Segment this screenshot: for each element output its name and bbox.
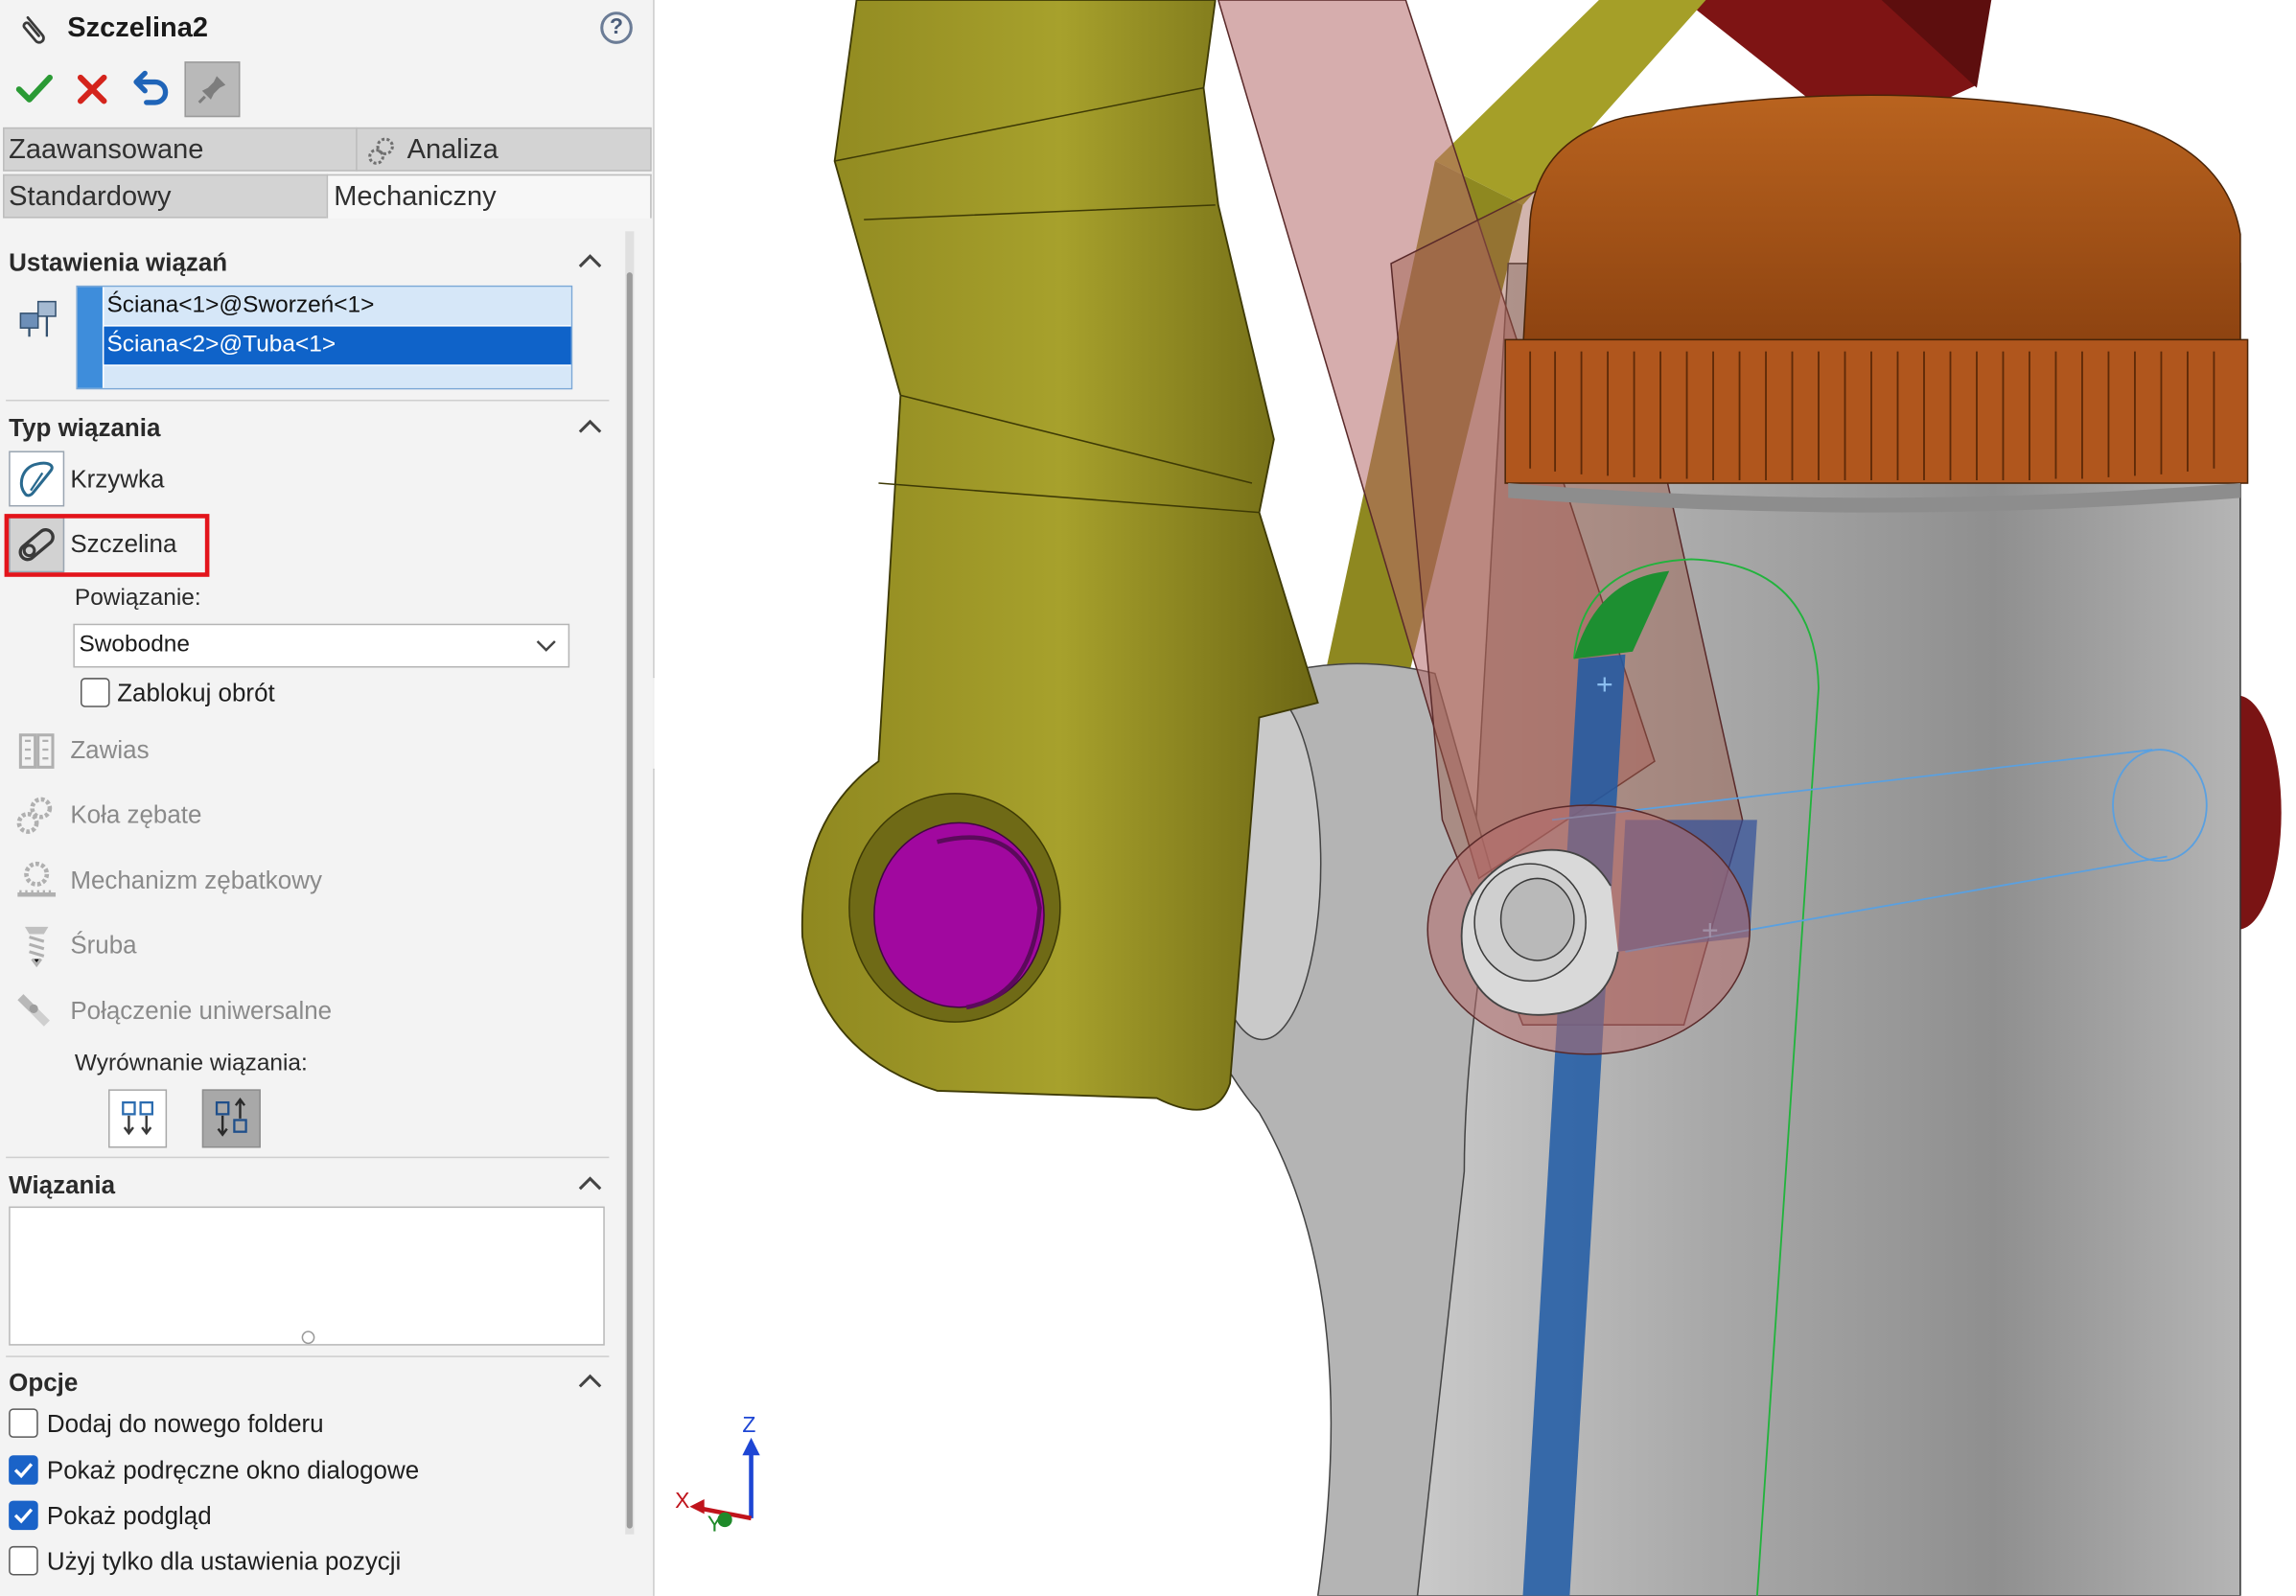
page-title: Szczelina2 — [67, 12, 209, 44]
mate-entities-icon — [19, 300, 57, 337]
anti-aligned-button[interactable] — [201, 1089, 261, 1148]
constraint-value: Swobodne — [79, 632, 190, 658]
tab-label: Zaawansowane — [9, 134, 204, 166]
mate-type-label[interactable]: Zawias — [70, 736, 149, 766]
anti-aligned-arrows-icon — [215, 1098, 247, 1137]
divider — [6, 1156, 610, 1159]
cam-mate-button[interactable] — [9, 451, 65, 507]
universal-joint-icon — [17, 994, 50, 1027]
x-axis-label: X — [675, 1488, 689, 1513]
section-mate-type-heading[interactable]: Typ wiązania — [9, 414, 160, 444]
mate-type-label[interactable]: Mechanizm zębatkowy — [70, 867, 322, 896]
property-manager-header: Szczelina2 ? — [0, 0, 653, 58]
center-mark: + — [1596, 668, 1613, 701]
tab-zaawansowane[interactable]: Zaawansowane — [3, 127, 358, 172]
gear-icon — [16, 797, 53, 834]
tab-analiza[interactable]: Analiza — [356, 127, 652, 172]
magenta-pin[interactable] — [873, 821, 1045, 1008]
chevron-up-icon[interactable] — [577, 252, 603, 269]
coordinate-triad: Z X Y — [675, 1412, 760, 1537]
lock-rotation-checkbox[interactable] — [81, 678, 110, 707]
cancel-x-button[interactable] — [64, 61, 120, 117]
gears-icon — [368, 137, 394, 165]
chevron-down-icon — [536, 640, 556, 652]
panel-scrollbar-thumb[interactable] — [626, 272, 633, 1529]
add-to-folder-checkbox[interactable] — [9, 1408, 38, 1438]
checkmark-icon — [13, 1463, 34, 1479]
help-icon[interactable]: ? — [600, 12, 633, 44]
pushpin-icon — [197, 76, 226, 104]
knurl-ring — [1504, 338, 2249, 484]
aligned-arrows-icon — [122, 1100, 153, 1136]
pin-button[interactable] — [184, 61, 241, 118]
rack-pinion-icon — [17, 861, 57, 897]
paperclip-icon — [22, 15, 45, 44]
mate-type-label[interactable]: Krzywka — [70, 466, 164, 496]
screw-icon — [24, 926, 49, 968]
tab-standardowy[interactable]: Standardowy — [3, 173, 329, 219]
selection-item-selected[interactable]: Ściana<2>@Tuba<1> — [104, 326, 571, 365]
assembly-model[interactable]: + + — [655, 0, 2296, 1596]
property-manager: Szczelina2 ? Zaawansowane Analiza Standa… — [0, 0, 655, 1596]
option-label[interactable]: Pokaż podgląd — [47, 1502, 212, 1532]
graphics-viewport[interactable]: + + Z X Y — [654, 0, 2296, 1596]
constraint-label: Powiązanie: — [74, 585, 201, 611]
mate-selections-list[interactable]: Ściana<1>@Sworzeń<1> Ściana<2>@Tuba<1> — [76, 285, 573, 390]
chevron-up-icon[interactable] — [577, 1372, 603, 1389]
undo-button[interactable] — [123, 61, 178, 117]
option-label[interactable]: Dodaj do nowego folderu — [47, 1410, 324, 1440]
show-preview-checkbox[interactable] — [9, 1500, 38, 1531]
knurled-cap[interactable] — [1521, 94, 2241, 353]
tab-label: Mechaniczny — [334, 181, 497, 213]
mates-list[interactable] — [9, 1206, 605, 1346]
section-mate-settings-heading[interactable]: Ustawienia wiązań — [9, 249, 227, 279]
option-label[interactable]: Pokaż podręczne okno dialogowe — [47, 1457, 419, 1487]
tab-label: Analiza — [406, 134, 499, 166]
tab-label: Standardowy — [9, 181, 172, 213]
mate-type-label[interactable]: Koła zębate — [70, 800, 201, 830]
chevron-up-icon[interactable] — [577, 417, 603, 434]
aligned-button[interactable] — [108, 1089, 168, 1148]
cam-icon — [19, 461, 54, 497]
z-axis-label: Z — [742, 1412, 755, 1437]
selection-empty-slot[interactable] — [104, 365, 571, 388]
lock-rotation-label[interactable]: Zablokuj obrót — [117, 680, 275, 709]
constraint-dropdown[interactable]: Swobodne — [73, 623, 570, 668]
mate-type-label[interactable]: Połączenie uniwersalne — [70, 997, 332, 1027]
section-options-heading[interactable]: Opcje — [9, 1369, 78, 1399]
chevron-up-icon[interactable] — [577, 1174, 603, 1191]
tab-mechaniczny[interactable]: Mechaniczny — [326, 173, 652, 219]
divider — [6, 399, 610, 402]
show-popup-checkbox[interactable] — [9, 1455, 38, 1485]
slot-highlight-box — [4, 514, 210, 577]
y-axis-label: Y — [707, 1512, 722, 1537]
positioning-only-checkbox[interactable] — [9, 1545, 38, 1576]
section-mates-heading[interactable]: Wiązania — [9, 1171, 115, 1201]
divider — [6, 1355, 610, 1357]
resize-handle[interactable] — [301, 1330, 315, 1345]
hinge-icon — [18, 733, 55, 769]
selection-item[interactable]: Ściana<1>@Sworzeń<1> — [104, 287, 571, 326]
mate-type-label[interactable]: Śruba — [70, 931, 136, 960]
selection-color-strip — [77, 287, 103, 388]
option-label[interactable]: Użyj tylko dla ustawienia pozycji — [47, 1547, 401, 1577]
ok-checkmark-button[interactable] — [6, 61, 61, 117]
alignment-label: Wyrównanie wiązania: — [74, 1051, 308, 1076]
checkmark-icon — [13, 1508, 34, 1524]
